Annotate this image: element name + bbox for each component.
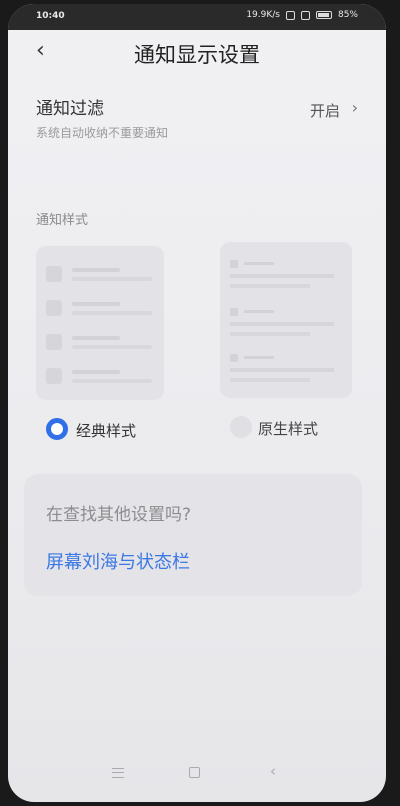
chevron-right-icon: › — [351, 98, 358, 117]
page-title: 通知显示设置 — [134, 43, 260, 67]
preview-row — [46, 334, 156, 350]
filter-description: 系统自动收纳不重要通知 — [36, 126, 169, 140]
alarm-icon — [285, 10, 295, 20]
classic-style-preview[interactable] — [36, 246, 164, 400]
nav-back-icon[interactable]: ‹ — [270, 762, 276, 780]
classic-style-radio[interactable] — [46, 418, 68, 440]
battery-icon — [315, 11, 332, 19]
preview-row — [46, 368, 156, 384]
notification-filter-row[interactable]: 通知过滤 系统自动收纳不重要通知 开启 › — [36, 92, 358, 144]
home-icon[interactable] — [189, 767, 200, 778]
style-section-label: 通知样式 — [36, 213, 89, 228]
status-time: 10:40 — [36, 11, 65, 21]
filter-value: 开启 — [309, 102, 340, 120]
navigation-bar: ‹ — [8, 760, 386, 790]
preview-row — [46, 266, 156, 282]
filter-title: 通知过滤 — [36, 99, 104, 119]
native-style-radio[interactable] — [230, 416, 252, 438]
classic-style-label[interactable]: 经典样式 — [76, 420, 136, 441]
preview-row — [230, 354, 346, 414]
native-style-preview[interactable] — [220, 242, 352, 398]
recent-apps-icon[interactable] — [112, 768, 124, 778]
suggestion-card: 在查找其他设置吗? 屏幕刘海与状态栏 — [24, 474, 362, 596]
network-speed: 19.9K/s — [246, 10, 280, 20]
status-icons: 19.9K/s 85% — [246, 10, 358, 20]
status-bar: 10:40 19.9K/s 85% — [8, 4, 386, 30]
suggestion-link[interactable]: 屏幕刘海与状态栏 — [46, 548, 190, 574]
native-style-label[interactable]: 原生样式 — [258, 418, 318, 439]
suggestion-question: 在查找其他设置吗? — [46, 505, 192, 525]
phone-screen: 10:40 19.9K/s 85% ‹ 通知显示设置 通知过滤 系统自动收纳不重… — [8, 4, 386, 802]
preview-row — [46, 300, 156, 316]
header: ‹ 通知显示设置 — [8, 30, 386, 76]
wifi-icon — [300, 10, 310, 20]
battery-percent: 85% — [337, 10, 358, 20]
